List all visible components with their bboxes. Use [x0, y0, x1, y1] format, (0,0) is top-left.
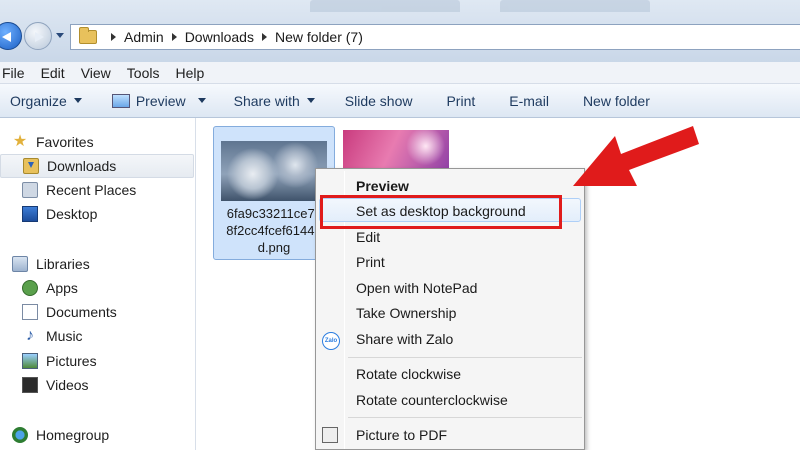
- nav-documents[interactable]: Documents: [0, 300, 194, 324]
- annotation-highlight-box: [320, 195, 562, 229]
- email-label: E-mail: [509, 92, 549, 109]
- preview-button[interactable]: Preview: [111, 92, 206, 109]
- nav-favorites[interactable]: ★ Favorites: [0, 130, 194, 154]
- breadcrumb-new-folder[interactable]: New folder (7): [275, 29, 363, 45]
- ctx-take-ownership[interactable]: Take Ownership: [356, 302, 576, 324]
- preview-label: Preview: [135, 92, 186, 109]
- menu-separator: [348, 357, 582, 358]
- menu-separator: [348, 417, 582, 418]
- nav-label: Downloads: [47, 158, 117, 174]
- ctx-print[interactable]: Print: [356, 251, 576, 273]
- desktop-icon: [22, 206, 38, 222]
- menu-file[interactable]: File: [0, 65, 33, 81]
- zalo-icon: Zalo: [322, 332, 340, 350]
- apps-icon: [22, 280, 38, 296]
- command-bar: Organize Preview Share with Slide show P…: [0, 84, 800, 118]
- videos-icon: [22, 377, 38, 393]
- ctx-rotate-clockwise[interactable]: Rotate clockwise: [356, 363, 576, 385]
- nav-recent-places[interactable]: Recent Places: [0, 178, 194, 202]
- nav-pictures[interactable]: Pictures: [0, 349, 194, 373]
- ghost-tab: [500, 0, 650, 12]
- nav-desktop[interactable]: Desktop: [0, 202, 194, 226]
- image-thumbnail: [221, 141, 327, 201]
- nav-homegroup[interactable]: Homegroup: [0, 423, 194, 447]
- pictures-icon: [22, 353, 38, 369]
- nav-label: Recent Places: [46, 182, 137, 198]
- nav-label: Libraries: [36, 256, 90, 272]
- recent-places-icon: [22, 182, 38, 198]
- libraries-icon: [12, 256, 28, 272]
- nav-label: Apps: [46, 280, 78, 296]
- organize-button[interactable]: Organize: [10, 93, 82, 109]
- menu-view[interactable]: View: [73, 65, 119, 81]
- music-icon: ♪: [26, 327, 34, 344]
- ctx-share-with-zalo[interactable]: Share with Zalo: [356, 328, 576, 350]
- recent-pages-dropdown-icon[interactable]: [56, 33, 64, 38]
- ctx-edit[interactable]: Edit: [356, 226, 576, 248]
- nav-label: Music: [46, 328, 83, 344]
- address-bar[interactable]: Admin Downloads New folder (7): [70, 24, 800, 50]
- forward-button[interactable]: [24, 22, 52, 50]
- star-icon: ★: [12, 133, 28, 150]
- preview-icon: [111, 93, 130, 108]
- share-with-label: Share with: [233, 92, 300, 109]
- nav-music[interactable]: ♪ Music: [0, 324, 194, 348]
- breadcrumb: Admin Downloads New folder (7): [103, 29, 363, 45]
- chevron-right-icon[interactable]: [261, 33, 267, 41]
- print-label: Print: [446, 92, 476, 109]
- print-button[interactable]: Print: [446, 93, 475, 109]
- nav-label: Pictures: [46, 353, 97, 369]
- email-button[interactable]: E-mail: [509, 93, 549, 109]
- pdf-icon: [322, 427, 338, 443]
- nav-downloads[interactable]: Downloads: [0, 154, 194, 178]
- nav-label: Favorites: [36, 134, 94, 150]
- nav-videos[interactable]: Videos: [0, 373, 194, 397]
- breadcrumb-downloads[interactable]: Downloads: [185, 29, 254, 45]
- chevron-right-icon[interactable]: [111, 33, 116, 41]
- menu-bar: File Edit View Tools Help: [0, 62, 800, 84]
- chevron-down-icon: [73, 98, 82, 103]
- homegroup-icon: [12, 427, 28, 443]
- slide-show-label: Slide show: [344, 92, 413, 109]
- new-folder-label: New folder: [582, 92, 650, 109]
- nav-label: Homegroup: [36, 427, 110, 443]
- chevron-down-icon: [306, 98, 315, 103]
- chevron-down-icon[interactable]: [197, 98, 206, 103]
- nav-libraries[interactable]: Libraries: [0, 252, 194, 276]
- share-with-button[interactable]: Share with: [234, 93, 315, 109]
- menu-help[interactable]: Help: [167, 65, 212, 81]
- nav-label: Desktop: [46, 206, 98, 222]
- nav-label: Videos: [46, 377, 89, 393]
- new-folder-button[interactable]: New folder: [583, 93, 650, 109]
- navigation-pane: ★ Favorites Downloads Recent Places Desk…: [0, 118, 196, 450]
- menu-tools[interactable]: Tools: [119, 65, 168, 81]
- ctx-rotate-counterclockwise[interactable]: Rotate counterclockwise: [356, 389, 576, 411]
- organize-label: Organize: [10, 92, 67, 109]
- downloads-folder-icon: [23, 158, 39, 174]
- background-browser-tabs: [300, 0, 800, 14]
- documents-icon: [22, 304, 38, 320]
- chevron-right-icon[interactable]: [171, 33, 177, 41]
- slide-show-button[interactable]: Slide show: [345, 93, 413, 109]
- folder-icon: [79, 27, 97, 44]
- ctx-preview[interactable]: Preview: [356, 175, 576, 197]
- nav-apps[interactable]: Apps: [0, 276, 194, 300]
- back-button[interactable]: [0, 22, 22, 50]
- nav-label: Documents: [46, 304, 117, 320]
- menu-edit[interactable]: Edit: [33, 65, 73, 81]
- ctx-open-with-notepad[interactable]: Open with NotePad: [356, 277, 576, 299]
- breadcrumb-admin[interactable]: Admin: [124, 29, 164, 45]
- annotation-arrow-icon: [573, 126, 699, 186]
- ghost-tab: [310, 0, 460, 12]
- ctx-picture-to-pdf[interactable]: Picture to PDF: [356, 424, 576, 446]
- window-titlebar: Admin Downloads New folder (7): [0, 0, 800, 62]
